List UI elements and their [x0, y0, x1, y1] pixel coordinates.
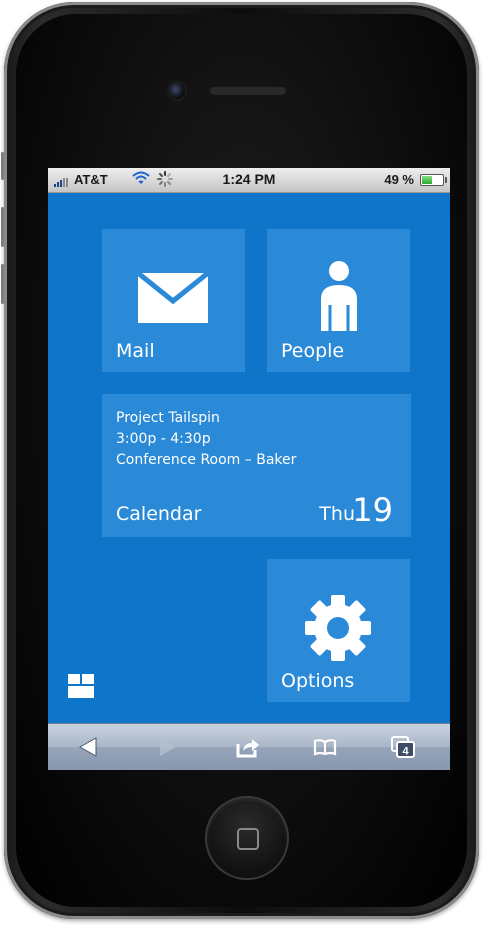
- calendar-tile[interactable]: Project Tailspin 3:00p - 4:30p Conferenc…: [102, 394, 411, 537]
- people-tile[interactable]: People: [267, 229, 410, 372]
- battery-percent: 49 %: [384, 172, 414, 187]
- back-arrow-icon[interactable]: [76, 735, 102, 759]
- forward-arrow-icon[interactable]: [154, 735, 180, 759]
- people-tile-label: People: [281, 340, 345, 362]
- tile-layout-icon[interactable]: [68, 674, 94, 698]
- earpiece-speaker: [209, 85, 287, 95]
- calendar-weekday: Thu: [319, 503, 355, 525]
- volume-up-button: [1, 207, 4, 247]
- calendar-date: 19: [352, 491, 393, 529]
- mail-tile[interactable]: Mail: [102, 229, 245, 372]
- browser-toolbar: 4: [48, 723, 450, 770]
- front-camera: [169, 83, 185, 99]
- calendar-event-title: Project Tailspin: [116, 410, 220, 426]
- person-icon: [321, 261, 357, 331]
- tabs-count: 4: [402, 746, 409, 758]
- home-button[interactable]: [207, 798, 287, 878]
- options-tile-label: Options: [281, 670, 355, 692]
- bookmarks-icon[interactable]: [312, 735, 338, 759]
- calendar-tile-label: Calendar: [116, 503, 202, 525]
- tabs-icon[interactable]: 4: [390, 735, 416, 759]
- home-square-icon: [237, 828, 259, 850]
- mute-switch: [1, 152, 4, 180]
- battery-icon: [420, 174, 447, 186]
- options-tile[interactable]: Options: [267, 559, 410, 702]
- volume-down-button: [1, 264, 4, 304]
- calendar-event-time: 3:00p - 4:30p: [116, 431, 211, 447]
- envelope-icon: [138, 273, 208, 323]
- phone-screen: AT&T 1:24 PM 49 % Mail People Project Ta…: [48, 168, 450, 770]
- share-icon[interactable]: [235, 735, 261, 759]
- gear-icon: [305, 595, 371, 661]
- calendar-event-location: Conference Room – Baker: [116, 452, 297, 468]
- mail-tile-label: Mail: [116, 340, 155, 362]
- battery-level-fill: [422, 176, 432, 184]
- status-bar: AT&T 1:24 PM 49 %: [48, 168, 450, 193]
